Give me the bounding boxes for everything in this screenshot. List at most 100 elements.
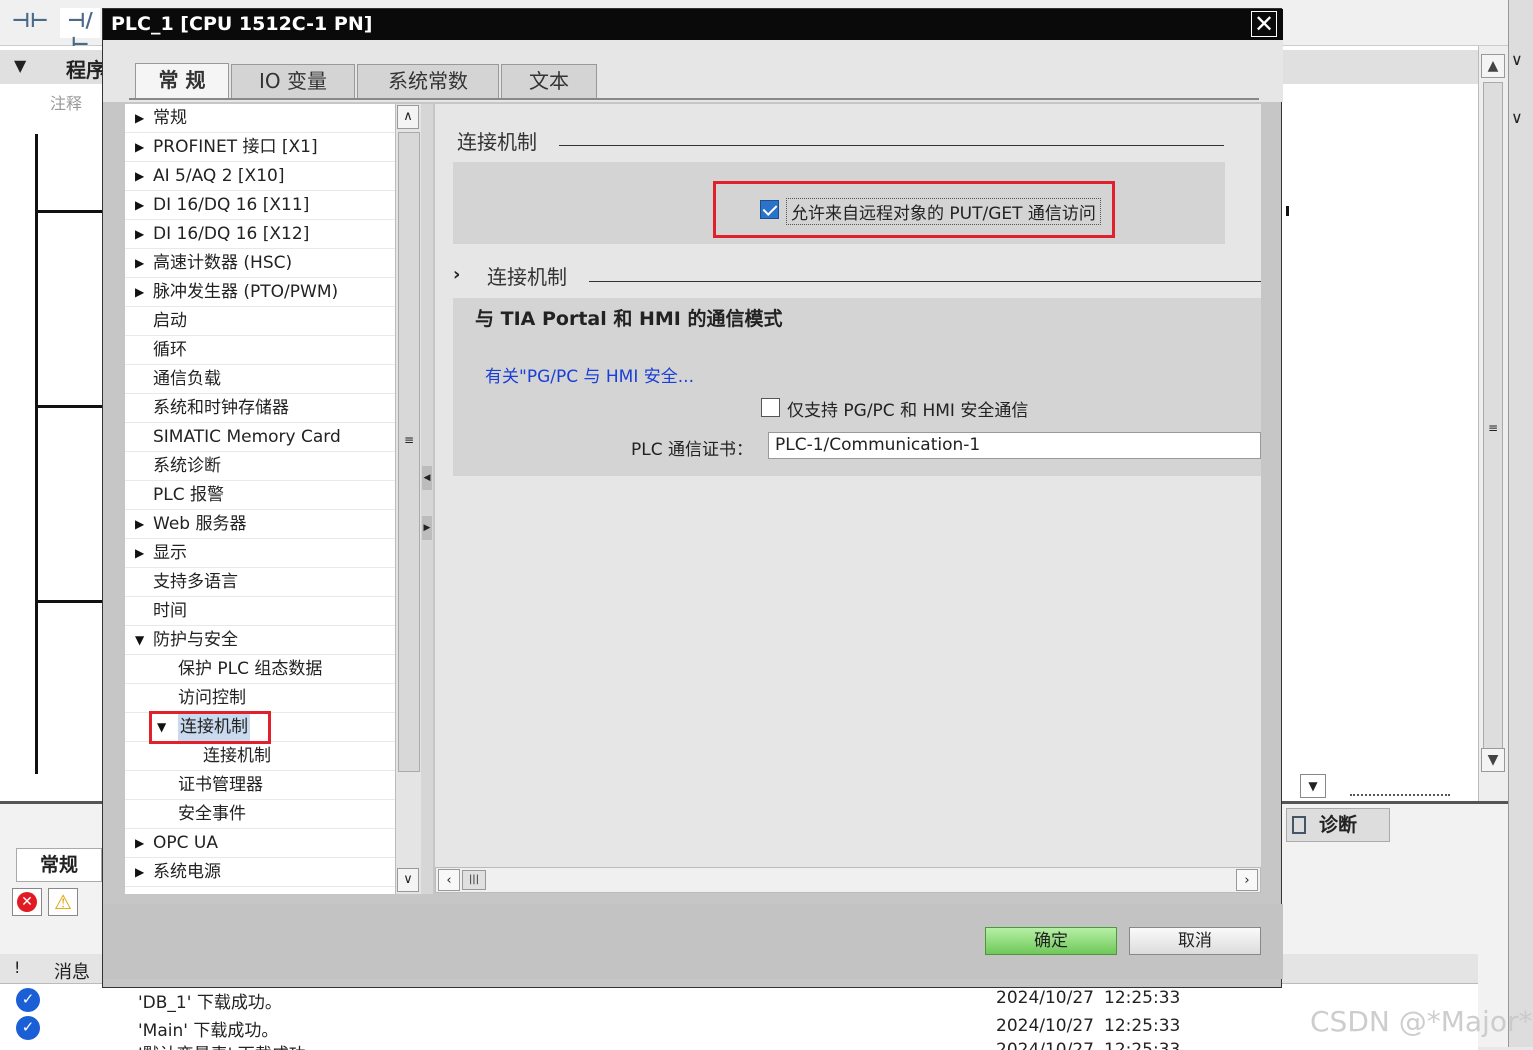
tab-texts[interactable]: 文本 bbox=[501, 64, 597, 98]
scroll-right-icon[interactable]: › bbox=[1236, 869, 1258, 891]
editor-vscroll[interactable]: ▲ ≡ ▼ bbox=[1478, 46, 1508, 801]
tab-general[interactable]: 常规 bbox=[16, 848, 102, 882]
expand-icon[interactable]: ▶ bbox=[135, 162, 144, 190]
watermark: CSDN @*Major* bbox=[1310, 1005, 1533, 1038]
expand-icon[interactable]: ▶ bbox=[135, 829, 144, 857]
nav-item[interactable]: 通信负载 bbox=[125, 365, 395, 394]
expand-icon[interactable]: ▶ bbox=[135, 858, 144, 886]
expand-icon[interactable]: ▶ bbox=[135, 278, 144, 306]
nav-item-label: OPC UA bbox=[153, 833, 218, 853]
close-icon[interactable]: ✕ bbox=[1251, 11, 1277, 37]
ladder-end bbox=[1286, 206, 1289, 216]
nav-item[interactable]: PLC 报警 bbox=[125, 481, 395, 510]
nav-item-label: 系统诊断 bbox=[153, 456, 221, 476]
expand-icon[interactable]: ▶ bbox=[135, 249, 144, 277]
cert-field[interactable]: PLC-1/Communication-1 bbox=[768, 432, 1261, 459]
expand-icon[interactable]: ▶ bbox=[135, 104, 144, 132]
collapse-left-icon[interactable]: ◀ bbox=[422, 466, 432, 490]
putget-label[interactable]: 允许来自远程对象的 PUT/GET 通信访问 bbox=[786, 198, 1101, 225]
nav-item-label: 支持多语言 bbox=[153, 572, 238, 592]
nav-item[interactable]: 支持多语言 bbox=[125, 568, 395, 597]
chevron-down-icon[interactable]: ∨ bbox=[1511, 50, 1523, 69]
message-text: '默认变量表' 下载成功。 bbox=[138, 1042, 323, 1050]
cancel-button[interactable]: 取消 bbox=[1129, 927, 1261, 955]
nav-item[interactable]: ▶ 显示 bbox=[125, 539, 395, 568]
table-row[interactable]: ✓ 'Main' 下载成功。 2024/10/27 12:25:33 bbox=[0, 1014, 1478, 1042]
nav-item[interactable]: 系统和时钟存储器 bbox=[125, 394, 395, 423]
nav-item[interactable]: ▶ PROFINET 接口 [X1] bbox=[125, 133, 395, 162]
tab-system-constants[interactable]: 系统常数 bbox=[357, 64, 499, 98]
expand-icon[interactable]: ▶ bbox=[135, 510, 144, 538]
dialog-title: PLC_1 [CPU 1512C-1 PN] bbox=[103, 9, 1283, 40]
message-date: 2024/10/27 bbox=[996, 988, 1094, 1008]
navigation-tree: ▶ 常规 ▶ PROFINET 接口 [X1] ▶ AI 5/AQ 2 [X10] ▶ DI … bbox=[125, 104, 395, 894]
ok-button[interactable]: 确定 bbox=[985, 927, 1117, 955]
table-row[interactable]: '默认变量表' 下载成功。 2024/10/27 12:25:33 bbox=[0, 1042, 1478, 1050]
nav-item[interactable]: ▶ OPC UA bbox=[125, 829, 395, 858]
nav-item[interactable]: ▶ DI 16/DQ 16 [X11] bbox=[125, 191, 395, 220]
panel-splitter[interactable]: ◀ ▶ bbox=[421, 104, 433, 894]
nav-item[interactable]: ▶ 系统电源 bbox=[125, 858, 395, 887]
nav-item[interactable]: 系统诊断 bbox=[125, 452, 395, 481]
nav-item[interactable]: ▶ 脉冲发生器 (PTO/PWM) bbox=[125, 278, 395, 307]
content-hscroll[interactable]: ‹ ||| › bbox=[435, 867, 1261, 893]
nav-item[interactable]: ▶ 高速计数器 (HSC) bbox=[125, 249, 395, 278]
nav-item-label: 系统和时钟存储器 bbox=[153, 398, 289, 418]
nav-item[interactable]: 访问控制 bbox=[125, 684, 395, 713]
nav-item[interactable]: 连接机制 bbox=[125, 742, 395, 771]
scroll-down-icon[interactable]: ∨ bbox=[397, 868, 419, 892]
expand-right-icon[interactable]: ▶ bbox=[422, 516, 432, 540]
scroll-left-icon[interactable]: ‹ bbox=[438, 869, 460, 891]
putget-checkbox[interactable] bbox=[760, 200, 779, 219]
scroll-thumb[interactable]: ||| bbox=[462, 870, 486, 890]
message-list: ✓ 'DB_1' 下载成功。 2024/10/27 12:25:33 ✓ 'Ma… bbox=[0, 984, 1478, 1050]
section-divider bbox=[589, 281, 1261, 282]
expand-icon[interactable]: ▶ bbox=[135, 191, 144, 219]
scroll-up-icon[interactable]: ▲ bbox=[1481, 54, 1505, 78]
nav-item[interactable]: 时间 bbox=[125, 597, 395, 626]
nav-item[interactable]: ▶ DI 16/DQ 16 [X12] bbox=[125, 220, 395, 249]
nav-item[interactable]: 保护 PLC 组态数据 bbox=[125, 655, 395, 684]
expand-icon[interactable]: › bbox=[453, 264, 460, 285]
tab-general[interactable]: 常 规 bbox=[135, 63, 229, 99]
nav-item[interactable]: ▶ 常规 bbox=[125, 104, 395, 133]
contact-icon[interactable]: ⊣⊢ bbox=[10, 8, 50, 38]
chevron-down-icon[interactable]: ∨ bbox=[1511, 108, 1523, 127]
scroll-up-icon[interactable]: ∧ bbox=[397, 105, 419, 129]
error-filter-button[interactable]: ✕ bbox=[12, 888, 42, 916]
secure-only-label: 仅支持 PG/PC 和 HMI 安全通信 bbox=[787, 401, 1029, 421]
nav-item[interactable]: ▼ 防护与安全 bbox=[125, 626, 395, 655]
expand-icon[interactable]: ▶ bbox=[135, 539, 144, 567]
security-info-link[interactable]: 有关"PG/PC 与 HMI 安全... bbox=[485, 362, 694, 387]
tab-io-tags[interactable]: IO 变量 bbox=[231, 64, 355, 98]
nav-item-label: 防护与安全 bbox=[153, 630, 238, 650]
nav-item[interactable]: 证书管理器 bbox=[125, 771, 395, 800]
scroll-thumb[interactable]: ≡ bbox=[398, 132, 420, 772]
negated-contact-icon[interactable]: ⊣/⊢ bbox=[60, 8, 100, 56]
nav-item[interactable]: SIMATIC Memory Card bbox=[125, 423, 395, 452]
nav-item-label: 安全事件 bbox=[178, 804, 246, 824]
nav-item[interactable]: ▶ Web 服务器 bbox=[125, 510, 395, 539]
nav-item-label: 通信负载 bbox=[153, 369, 221, 389]
nav-item[interactable]: 循环 bbox=[125, 336, 395, 365]
scroll-down-icon[interactable]: ▼ bbox=[1481, 748, 1505, 772]
expand-icon[interactable]: ▶ bbox=[135, 220, 144, 248]
zoom-slider[interactable] bbox=[1350, 788, 1450, 796]
scroll-thumb[interactable]: ≡ bbox=[1483, 82, 1503, 772]
nav-item-label: 脉冲发生器 (PTO/PWM) bbox=[153, 282, 339, 302]
collapse-icon[interactable]: ▼ bbox=[135, 626, 144, 654]
nav-item[interactable]: 安全事件 bbox=[125, 800, 395, 829]
nav-scrollbar[interactable]: ∧ ≡ ∨ bbox=[395, 104, 421, 894]
nav-item-label: PLC 报警 bbox=[153, 485, 224, 505]
table-row[interactable]: ✓ 'DB_1' 下载成功。 2024/10/27 12:25:33 bbox=[0, 986, 1478, 1014]
warning-filter-button[interactable]: ⚠ bbox=[48, 888, 78, 916]
nav-item-label: 启动 bbox=[153, 311, 187, 331]
cert-label: PLC 通信证书： bbox=[631, 440, 753, 460]
nav-item-label: AI 5/AQ 2 [X10] bbox=[153, 166, 285, 186]
nav-item[interactable]: ▶ AI 5/AQ 2 [X10] bbox=[125, 162, 395, 191]
zoom-dropdown[interactable]: ▼ bbox=[1300, 774, 1326, 798]
collapse-icon[interactable]: ▼ bbox=[14, 56, 26, 75]
secure-only-checkbox[interactable] bbox=[761, 398, 780, 417]
expand-icon[interactable]: ▶ bbox=[135, 133, 144, 161]
nav-item[interactable]: 启动 bbox=[125, 307, 395, 336]
